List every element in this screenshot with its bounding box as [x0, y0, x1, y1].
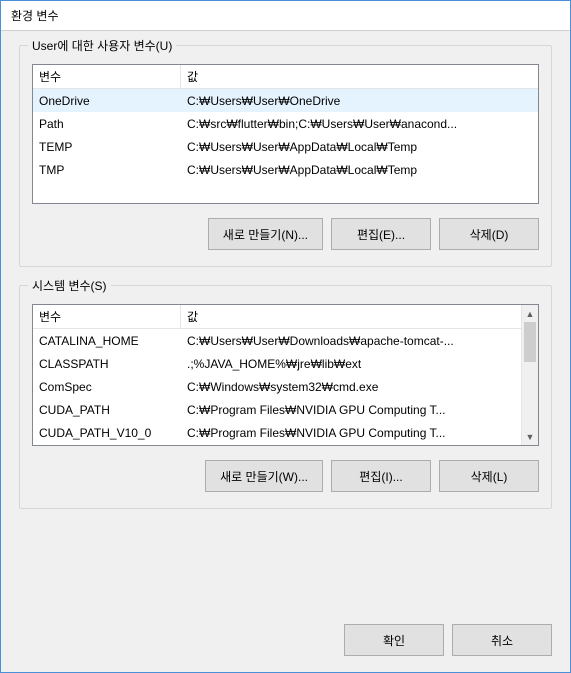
- dialog-footer: 확인 취소: [1, 618, 570, 672]
- table-row[interactable]: OneDriveC:₩Users₩User₩OneDrive: [33, 89, 538, 112]
- row-name-cell: TEMP: [33, 140, 181, 154]
- window-title: 환경 변수: [1, 1, 570, 31]
- system-edit-button[interactable]: 편집(I)...: [331, 460, 431, 492]
- row-name-cell: CLASSPATH: [33, 357, 181, 371]
- row-value-cell: C:₩Program Files₩NVIDIA GPU Computing T.…: [181, 403, 538, 417]
- system-new-button[interactable]: 새로 만들기(W)...: [205, 460, 323, 492]
- table-row[interactable]: TMPC:₩Users₩User₩AppData₩Local₩Temp: [33, 158, 538, 181]
- user-list-headers: 변수 값: [33, 65, 538, 89]
- table-row[interactable]: CUDA_PATH_V10_0C:₩Program Files₩NVIDIA G…: [33, 421, 538, 444]
- row-value-cell: C:₩Users₩User₩OneDrive: [181, 94, 538, 108]
- row-name-cell: CUDA_PATH_V10_0: [33, 426, 181, 440]
- system-variables-list[interactable]: 변수 값 CATALINA_HOMEC:₩Users₩User₩Download…: [32, 304, 539, 446]
- system-header-name[interactable]: 변수: [33, 305, 181, 328]
- table-row[interactable]: TEMPC:₩Users₩User₩AppData₩Local₩Temp: [33, 135, 538, 158]
- table-row[interactable]: CATALINA_HOMEC:₩Users₩User₩Downloads₩apa…: [33, 329, 538, 352]
- row-value-cell: C:₩Users₩User₩AppData₩Local₩Temp: [181, 140, 538, 154]
- row-value-cell: C:₩src₩flutter₩bin;C:₩Users₩User₩anacond…: [181, 117, 538, 131]
- table-row[interactable]: PathC:₩src₩flutter₩bin;C:₩Users₩User₩ana…: [33, 112, 538, 135]
- system-header-value[interactable]: 값: [181, 305, 538, 328]
- row-value-cell: .;%JAVA_HOME%₩jre₩lib₩ext: [181, 357, 538, 371]
- row-name-cell: CATALINA_HOME: [33, 334, 181, 348]
- user-header-name[interactable]: 변수: [33, 65, 181, 88]
- row-name-cell: CUDA_PATH: [33, 403, 181, 417]
- user-header-value[interactable]: 값: [181, 65, 538, 88]
- system-buttons-row: 새로 만들기(W)... 편집(I)... 삭제(L): [32, 460, 539, 492]
- row-name-cell: OneDrive: [33, 94, 181, 108]
- cancel-button[interactable]: 취소: [452, 624, 552, 656]
- row-value-cell: C:₩Program Files₩NVIDIA GPU Computing T.…: [181, 426, 538, 440]
- user-buttons-row: 새로 만들기(N)... 편집(E)... 삭제(D): [32, 218, 539, 250]
- system-list-scrollbar[interactable]: ▲ ▼: [521, 305, 538, 445]
- row-value-cell: C:₩Users₩User₩AppData₩Local₩Temp: [181, 163, 538, 177]
- row-name-cell: Path: [33, 117, 181, 131]
- table-row[interactable]: CUDA_PATHC:₩Program Files₩NVIDIA GPU Com…: [33, 398, 538, 421]
- user-new-button[interactable]: 새로 만들기(N)...: [208, 218, 323, 250]
- user-edit-button[interactable]: 편집(E)...: [331, 218, 431, 250]
- scroll-down-icon[interactable]: ▼: [522, 428, 538, 445]
- row-value-cell: C:₩Users₩User₩Downloads₩apache-tomcat-..…: [181, 334, 538, 348]
- row-name-cell: TMP: [33, 163, 181, 177]
- ok-button[interactable]: 확인: [344, 624, 444, 656]
- system-variables-group: 시스템 변수(S) 변수 값 CATALINA_HOMEC:₩Users₩Use…: [19, 285, 552, 509]
- row-value-cell: C:₩Windows₩system32₩cmd.exe: [181, 380, 538, 394]
- table-row[interactable]: CLASSPATH.;%JAVA_HOME%₩jre₩lib₩ext: [33, 352, 538, 375]
- system-group-legend: 시스템 변수(S): [28, 277, 111, 294]
- user-variables-list[interactable]: 변수 값 OneDriveC:₩Users₩User₩OneDrivePathC…: [32, 64, 539, 204]
- system-delete-button[interactable]: 삭제(L): [439, 460, 539, 492]
- scroll-thumb[interactable]: [524, 322, 536, 362]
- user-variables-group: User에 대한 사용자 변수(U) 변수 값 OneDriveC:₩Users…: [19, 45, 552, 267]
- env-vars-window: 환경 변수 User에 대한 사용자 변수(U) 변수 값 OneDriveC:…: [0, 0, 571, 673]
- user-delete-button[interactable]: 삭제(D): [439, 218, 539, 250]
- system-list-headers: 변수 값: [33, 305, 538, 329]
- table-row[interactable]: ComSpecC:₩Windows₩system32₩cmd.exe: [33, 375, 538, 398]
- row-name-cell: ComSpec: [33, 380, 181, 394]
- scroll-up-icon[interactable]: ▲: [522, 305, 538, 322]
- content-area: User에 대한 사용자 변수(U) 변수 값 OneDriveC:₩Users…: [1, 31, 570, 618]
- user-group-legend: User에 대한 사용자 변수(U): [28, 37, 176, 54]
